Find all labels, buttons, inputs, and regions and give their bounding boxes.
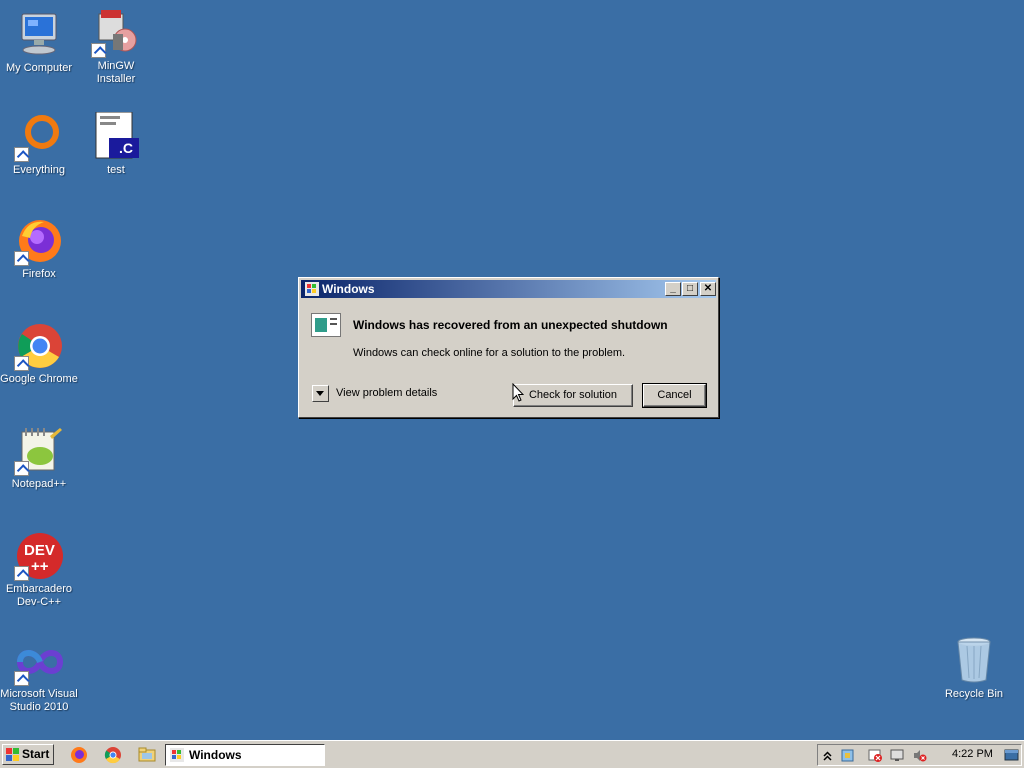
start-button[interactable]: Start (2, 744, 54, 765)
shortcut-arrow-icon (14, 566, 29, 581)
desktop-icon-mingw-installer[interactable]: MinGW Installer (77, 8, 155, 86)
shortcut-arrow-icon (14, 356, 29, 371)
maximize-button[interactable]: □ (682, 282, 698, 296)
dialog-heading: Windows has recovered from an unexpected… (353, 318, 668, 332)
display-icon[interactable] (890, 748, 905, 763)
network-icon[interactable] (840, 748, 855, 763)
security-alert-icon[interactable] (868, 748, 883, 763)
volume-muted-icon[interactable] (912, 748, 927, 763)
desktop-icon-label: Microsoft Visual Studio 2010 (0, 688, 78, 713)
dialog-title: Windows (322, 282, 375, 296)
c-file-icon: .C (91, 111, 141, 162)
desktop-icon-everything[interactable]: Everything (0, 112, 78, 177)
visual-studio-icon (14, 636, 64, 686)
details-label[interactable]: View problem details (336, 387, 437, 399)
windows-flag-icon (169, 747, 185, 763)
show-desktop-icon[interactable] (1004, 748, 1019, 763)
dialog-message: Windows can check online for a solution … (353, 347, 626, 359)
desktop-icon-label: test (107, 164, 125, 176)
desktop-icon-label: My Computer (5, 62, 73, 74)
taskbar-window-button[interactable]: Windows (165, 744, 325, 766)
close-button[interactable]: ✕ (700, 282, 716, 296)
desktop-icon-google-chrome[interactable]: Google Chrome (0, 321, 78, 386)
minimize-button[interactable]: _ (665, 282, 681, 296)
windows-flag-icon (304, 281, 320, 297)
desktop-icon-label: MinGW Installer (96, 60, 136, 85)
dialog-titlebar[interactable]: Windows _ □ ✕ (301, 280, 716, 298)
chrome-icon (14, 321, 64, 371)
desktop-icon-devcpp[interactable]: DEV ++ Embarcadero Dev-C++ (0, 531, 78, 609)
desktop-icon-label: Everything (13, 164, 65, 176)
system-tray: 4:22 PM (817, 744, 1022, 766)
check-for-solution-button[interactable]: Check for solution (513, 384, 633, 407)
quicklaunch-explorer-icon[interactable] (138, 746, 156, 764)
quicklaunch-chrome-icon[interactable] (104, 746, 122, 764)
desktop-icon-label: Google Chrome (0, 373, 78, 385)
desktop-icon-notepadpp[interactable]: Notepad++ (0, 426, 78, 491)
desktop-icon-label: Notepad++ (11, 478, 67, 490)
shortcut-arrow-icon (14, 671, 29, 686)
cancel-button[interactable]: Cancel (642, 383, 707, 408)
desktop-icon-my-computer[interactable]: My Computer (0, 10, 78, 75)
windows-flag-icon (6, 748, 19, 761)
taskbar-window-label: Windows (189, 748, 242, 762)
window-program-icon (311, 313, 341, 337)
my-computer-icon (14, 10, 64, 60)
desktop-icon-test[interactable]: .C test (77, 111, 155, 177)
desktop-icon-visual-studio[interactable]: Microsoft Visual Studio 2010 (0, 636, 78, 714)
taskbar: Start Windows 4:22 PM (0, 740, 1024, 768)
desktop-icon-label: Recycle Bin (944, 688, 1004, 700)
show-hidden-icons-chevron-icon[interactable] (820, 748, 835, 763)
svg-text:++: ++ (31, 558, 49, 575)
start-label: Start (22, 747, 50, 761)
shortcut-arrow-icon (91, 43, 106, 58)
shortcut-arrow-icon (14, 147, 29, 162)
installer-icon (91, 8, 141, 58)
svg-text:DEV: DEV (24, 542, 55, 559)
desktop: My Computer MinGW Installer Everything .… (0, 0, 1024, 740)
svg-text:.C: .C (119, 140, 133, 156)
recovery-dialog: Windows _ □ ✕ Windows has recovered from… (298, 277, 719, 418)
devcpp-icon: DEV ++ (14, 531, 64, 581)
desktop-icon-label: Firefox (22, 268, 56, 280)
desktop-icon-recycle-bin[interactable]: Recycle Bin (935, 636, 1013, 701)
details-expand-button[interactable] (312, 385, 329, 402)
desktop-icon-firefox[interactable]: Firefox (0, 216, 78, 281)
firefox-icon (14, 216, 64, 266)
notepadpp-icon (14, 426, 64, 476)
quicklaunch-firefox-icon[interactable] (70, 746, 88, 764)
clock[interactable]: 4:22 PM (952, 748, 993, 760)
shortcut-arrow-icon (14, 251, 29, 266)
shortcut-arrow-icon (14, 461, 29, 476)
mouse-cursor-icon (512, 383, 524, 402)
desktop-icon-label: Embarcadero Dev-C++ (5, 583, 73, 608)
recycle-bin-icon (949, 636, 999, 686)
everything-icon (14, 112, 64, 162)
